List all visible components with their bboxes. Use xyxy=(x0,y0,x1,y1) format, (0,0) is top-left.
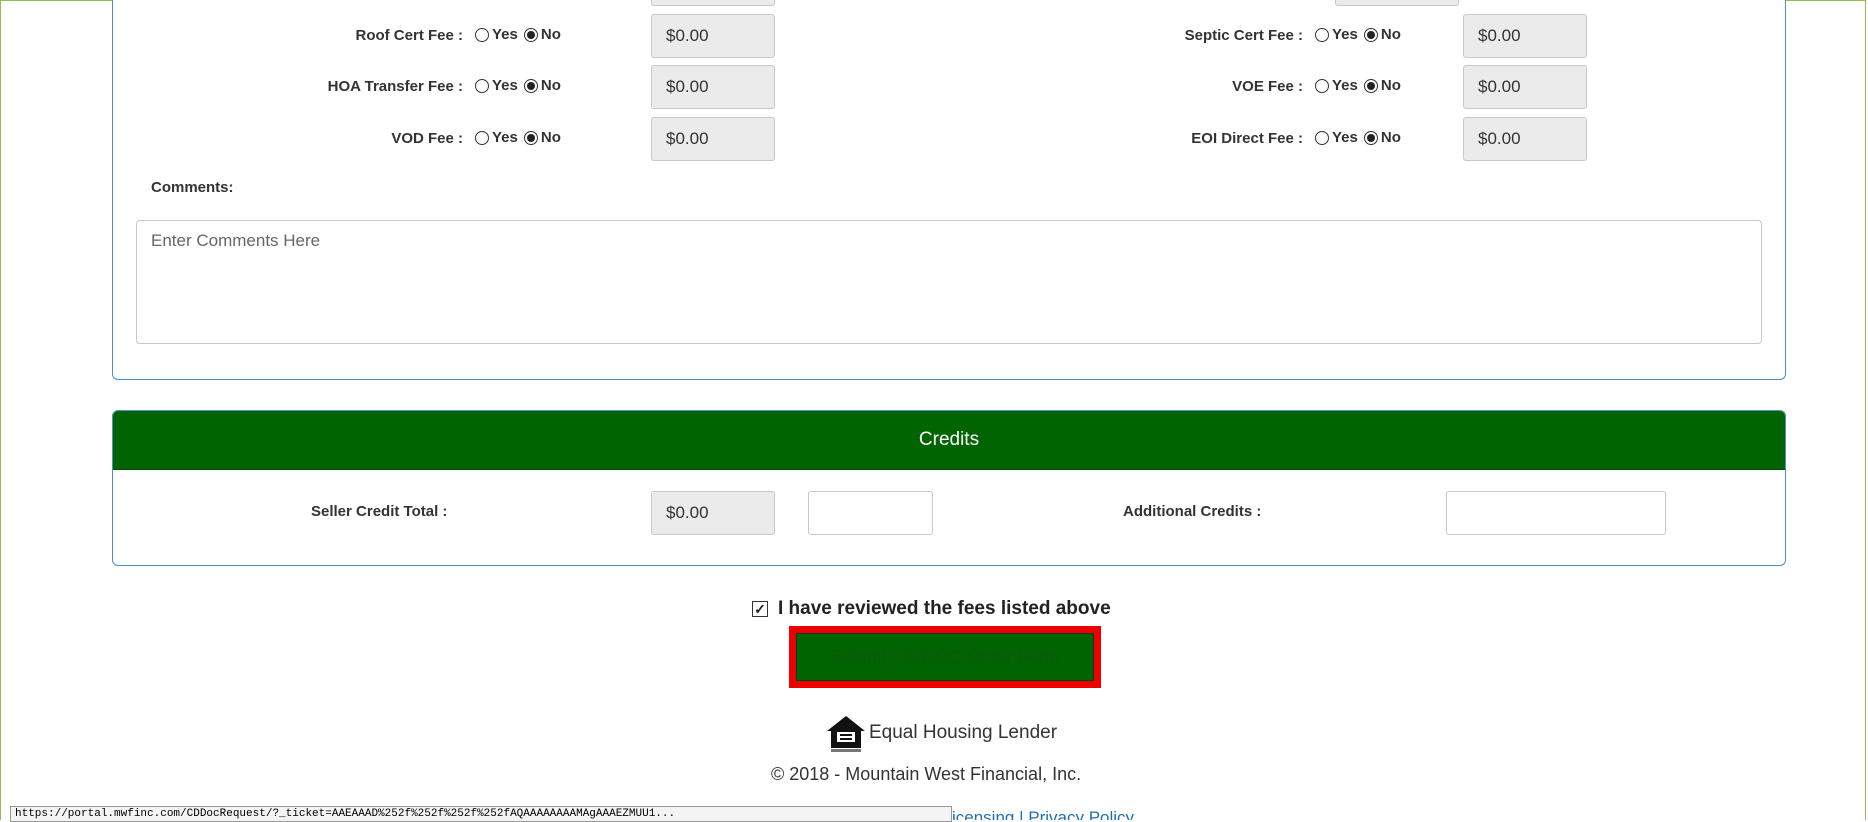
voe-yes-option[interactable]: Yes xyxy=(1315,77,1358,94)
radio-checked-icon[interactable] xyxy=(1363,27,1378,42)
radio-checked-icon[interactable] xyxy=(523,27,538,42)
credits-panel: Credits Seller Credit Total : $0.00 Addi… xyxy=(112,410,1786,566)
hoa-transfer-yes-option[interactable]: Yes xyxy=(475,77,518,94)
eoi-direct-fee-label: EOI Direct Fee : xyxy=(1191,130,1303,147)
vod-fee-label: VOD Fee : xyxy=(391,130,463,147)
radio-icon[interactable] xyxy=(475,27,489,42)
radio-icon[interactable] xyxy=(475,78,489,93)
septic-cert-yes-option[interactable]: Yes xyxy=(1315,26,1358,43)
voe-fee-radios: Yes No xyxy=(1315,77,1407,94)
roof-cert-fee-radios: Yes No xyxy=(475,26,567,43)
roof-cert-yes-option[interactable]: Yes xyxy=(475,26,518,43)
submit-highlight: Submit CD/DOC Order Form xyxy=(789,626,1101,688)
roof-cert-fee-amount: $0.00 xyxy=(651,14,775,58)
eoi-direct-no-option[interactable]: No xyxy=(1363,129,1401,146)
fees-panel: Roof Cert Fee : Yes No $0.00 Septic Cert… xyxy=(112,0,1786,380)
eoi-direct-fee-amount: $0.00 xyxy=(1463,117,1587,161)
vod-fee-amount: $0.00 xyxy=(651,117,775,161)
radio-checked-icon[interactable] xyxy=(523,78,538,93)
hoa-transfer-fee-radios: Yes No xyxy=(475,77,567,94)
submit-order-button[interactable]: Submit CD/DOC Order Form xyxy=(796,633,1094,681)
vod-fee-radios: Yes No xyxy=(475,129,567,146)
roof-cert-fee-label: Roof Cert Fee : xyxy=(355,27,463,44)
vod-no-option[interactable]: No xyxy=(523,129,561,146)
comments-label: Comments: xyxy=(151,179,234,196)
credits-header: Credits xyxy=(113,411,1785,470)
septic-cert-no-option[interactable]: No xyxy=(1363,26,1401,43)
septic-cert-fee-label: Septic Cert Fee : xyxy=(1184,27,1303,44)
hoa-transfer-no-option[interactable]: No xyxy=(523,77,561,94)
radio-icon[interactable] xyxy=(1315,27,1329,42)
voe-fee-amount: $0.00 xyxy=(1463,65,1587,109)
amount-field-partial xyxy=(1335,0,1459,6)
review-confirmation[interactable]: ✓ I have reviewed the fees listed above xyxy=(752,598,1111,620)
radio-checked-icon[interactable] xyxy=(523,130,538,145)
septic-cert-fee-amount: $0.00 xyxy=(1463,14,1587,58)
equal-housing-lender: Equal Housing Lender xyxy=(825,712,1057,754)
septic-cert-fee-radios: Yes No xyxy=(1315,26,1407,43)
seller-credit-input[interactable] xyxy=(808,491,933,535)
copyright-text: © 2018 - Mountain West Financial, Inc. xyxy=(771,764,1082,784)
radio-icon[interactable] xyxy=(1315,78,1329,93)
hoa-transfer-fee-amount: $0.00 xyxy=(651,65,775,109)
equal-housing-icon xyxy=(827,716,865,752)
amount-field-partial xyxy=(651,0,775,6)
review-label: I have reviewed the fees listed above xyxy=(778,598,1111,619)
equal-housing-text: Equal Housing Lender xyxy=(869,722,1058,743)
comments-textarea[interactable]: Enter Comments Here xyxy=(136,220,1762,344)
seller-credit-total-amount: $0.00 xyxy=(651,491,775,535)
eoi-direct-yes-option[interactable]: Yes xyxy=(1315,129,1358,146)
hoa-transfer-fee-label: HOA Transfer Fee : xyxy=(327,78,463,95)
radio-checked-icon[interactable] xyxy=(1363,130,1378,145)
radio-checked-icon[interactable] xyxy=(1363,78,1378,93)
radio-icon[interactable] xyxy=(475,130,489,145)
vod-yes-option[interactable]: Yes xyxy=(475,129,518,146)
additional-credits-input[interactable] xyxy=(1446,491,1666,535)
eoi-direct-fee-radios: Yes No xyxy=(1315,129,1407,146)
radio-icon[interactable] xyxy=(1315,130,1329,145)
footer-links[interactable]: icensing | Privacy Policy xyxy=(952,806,1134,820)
seller-credit-total-label: Seller Credit Total : xyxy=(311,503,448,520)
status-bar-url: https://portal.mwfinc.com/CDDocRequest/?… xyxy=(10,806,952,822)
voe-fee-label: VOE Fee : xyxy=(1232,78,1303,95)
voe-no-option[interactable]: No xyxy=(1363,77,1401,94)
additional-credits-label: Additional Credits : xyxy=(1123,503,1262,520)
checkbox-checked-icon[interactable]: ✓ xyxy=(752,601,768,617)
roof-cert-no-option[interactable]: No xyxy=(523,26,561,43)
